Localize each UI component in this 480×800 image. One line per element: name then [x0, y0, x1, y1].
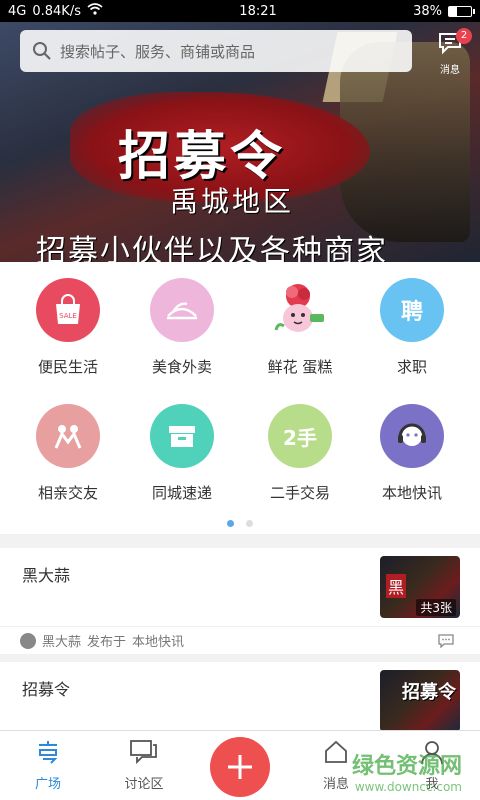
- category-label: 美食外卖: [151, 358, 212, 376]
- search-placeholder: 搜索帖子、服务、商铺或商品: [60, 42, 256, 61]
- post-title: 黑大蒜: [22, 566, 71, 585]
- shopping-bag-icon: SALE: [36, 278, 100, 342]
- post-channel: 本地快讯: [132, 635, 185, 650]
- search-input[interactable]: 搜索帖子、服务、商铺或商品: [20, 30, 412, 72]
- post-title: 招募令: [22, 680, 71, 699]
- page-dot-active: [227, 520, 234, 527]
- wifi-icon: [87, 3, 103, 19]
- category-label: 二手交易: [269, 484, 330, 502]
- messages-button[interactable]: 消息 2: [430, 28, 472, 76]
- category-label: 求职: [396, 358, 427, 376]
- post-author: 黑大蒜: [42, 635, 82, 650]
- category-label: 相亲交友: [37, 484, 98, 502]
- category-label: 鲜花 蛋糕: [267, 358, 333, 376]
- category-label: 便民生活: [37, 358, 98, 376]
- nav-discussion[interactable]: 讨论区: [96, 739, 192, 792]
- avatar: [20, 632, 36, 649]
- network-speed: 0.84K/s: [32, 3, 81, 19]
- category-convenience[interactable]: SALE 便民生活: [8, 262, 128, 386]
- page-indicator: [0, 520, 480, 527]
- category-dating[interactable]: 相亲交友: [8, 388, 128, 512]
- flower-mascot-icon: [268, 278, 332, 342]
- box-icon: [150, 404, 214, 468]
- image-count: 共3张: [416, 599, 456, 616]
- svg-text:SALE: SALE: [59, 312, 77, 320]
- battery-percent: 38%: [413, 3, 442, 19]
- couple-icon: [36, 404, 100, 468]
- category-label: 同城速递: [151, 484, 212, 502]
- headset-icon: [380, 404, 444, 468]
- post-meta: 黑大蒜 发布于 本地快讯: [0, 626, 480, 654]
- banner-title: 招募令: [118, 126, 287, 187]
- category-food-delivery[interactable]: 美食外卖: [122, 262, 242, 386]
- messages-label: 消息: [440, 65, 460, 76]
- post-thumbnail[interactable]: 黑 共3张: [380, 556, 460, 618]
- category-flowers-cakes[interactable]: 鲜花 蛋糕: [240, 262, 360, 386]
- category-jobs[interactable]: 聘 求职: [352, 262, 472, 386]
- category-local-news[interactable]: 本地快讯: [352, 388, 472, 512]
- page-dot: [246, 520, 253, 527]
- person-icon: [421, 741, 443, 765]
- hire-icon: 聘: [380, 278, 444, 342]
- house-message-icon: [325, 740, 347, 763]
- plus-icon: [228, 755, 252, 779]
- post-card[interactable]: 招募令 招募令: [0, 662, 480, 732]
- status-bar: 4G 0.84K/s 18:21 38%: [0, 0, 480, 22]
- nav-me[interactable]: 我: [384, 739, 480, 792]
- category-label: 本地快讯: [381, 484, 442, 502]
- category-second-hand[interactable]: 2手 二手交易: [240, 388, 360, 512]
- second-hand-icon: 2手: [268, 404, 332, 468]
- post-button[interactable]: [210, 737, 270, 797]
- bottom-navigation: 广场 讨论区 消息 我 绿色资源网 www.downcc.com: [0, 730, 480, 800]
- post-thumbnail[interactable]: 招募令: [380, 670, 460, 732]
- post-card[interactable]: 黑大蒜 黑 共3张: [0, 548, 480, 626]
- comment-icon[interactable]: [438, 634, 454, 648]
- nav-plaza[interactable]: 广场: [0, 739, 96, 792]
- food-icon: [150, 278, 214, 342]
- chat-bubbles-icon: [130, 740, 157, 765]
- square-plaza-icon: [39, 741, 58, 764]
- message-count-badge: 2: [456, 28, 472, 44]
- banner-caption: 招募小伙伴以及各种商家: [36, 234, 388, 262]
- banner-subtitle: 禹城地区: [170, 185, 295, 218]
- category-local-delivery[interactable]: 同城速递: [122, 388, 242, 512]
- nav-messages[interactable]: 消息: [288, 739, 384, 792]
- clock: 18:21: [239, 3, 277, 19]
- signal-indicator: 4G: [8, 3, 27, 19]
- category-grid: SALE 便民生活 美食外卖 鲜花 蛋糕 聘 求职 相亲交友 同城速递 2手 二…: [0, 262, 480, 534]
- battery-icon: [447, 5, 475, 17]
- search-icon: [33, 42, 51, 60]
